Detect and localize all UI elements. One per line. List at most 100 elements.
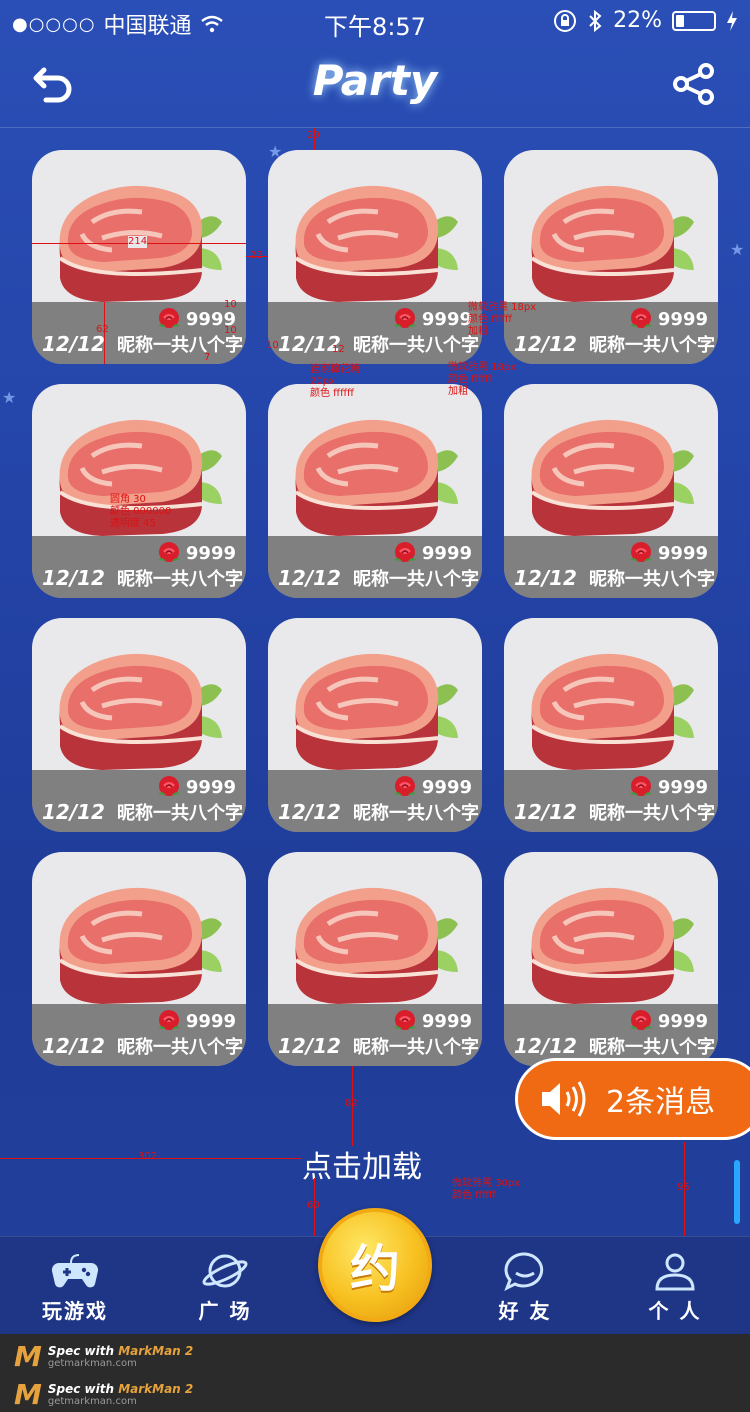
spec-text: 微软雅黑 18px: [448, 362, 517, 373]
spec-rose-font: 微软雅黑 18px 颜色 ffffff 加粗: [468, 302, 536, 338]
spec-text: 颜色 ffffff: [310, 388, 354, 399]
card-info-row: 12/12 昵称一共八个字: [514, 565, 715, 591]
tab-label-me: 个 人: [648, 1299, 702, 1323]
meat-image: [294, 887, 458, 1004]
center-date-button[interactable]: 约: [318, 1208, 432, 1322]
room-grid: 9999 12/12 昵称一共八个字 9999 12/12 昵称一共八个字 9999 12/1…: [32, 150, 718, 1066]
spec-label-top-gap: 82: [345, 1098, 358, 1109]
status-right: 22%: [553, 8, 738, 33]
credit-prefix: Spec with: [47, 1344, 115, 1358]
room-card[interactable]: 9999 12/12 昵称一共八个字: [504, 618, 718, 832]
rose-count-row: 9999: [154, 774, 236, 800]
room-card[interactable]: 9999 12/12 昵称一共八个字: [32, 852, 246, 1066]
rose-count: 9999: [185, 776, 236, 798]
meat-image: [530, 653, 694, 770]
center-button-label: 约: [350, 1240, 400, 1298]
room-card[interactable]: 9999 12/12 昵称一共八个字: [268, 150, 482, 364]
card-info-overlay: 9999 12/12 昵称一共八个字: [32, 770, 246, 832]
room-card[interactable]: 9999 12/12 昵称一共八个字: [268, 618, 482, 832]
room-card[interactable]: 9999 12/12 昵称一共八个字: [504, 384, 718, 598]
credit-brand: MarkMan 2: [118, 1344, 194, 1358]
meat-image: [530, 185, 694, 302]
card-info-overlay: 9999 12/12 昵称一共八个字: [504, 536, 718, 598]
spec-text: 颜色 000000: [110, 506, 172, 517]
tab-label-square: 广 场: [198, 1299, 252, 1323]
room-nickname: 昵称一共八个字: [588, 1037, 715, 1058]
speaker-icon: [542, 1081, 586, 1117]
rose-icon: [157, 542, 180, 562]
member-count: 12/12: [514, 800, 577, 824]
battery-fill: [676, 14, 684, 27]
member-count: 12/12: [514, 1034, 577, 1058]
spec-label-pad: 10: [266, 340, 279, 351]
rose-icon: [629, 542, 652, 562]
room-nickname: 昵称一共八个字: [116, 569, 243, 590]
tab-friends[interactable]: 好 友: [470, 1251, 580, 1331]
markman-footer: M Spec with MarkMan 2 getmarkman.com M S…: [0, 1334, 750, 1412]
rose-icon: [157, 776, 180, 796]
markman-logo-icon: M: [14, 1378, 42, 1411]
spec-text: 微软雅黑 18px: [468, 302, 537, 313]
rose-count-row: 9999: [390, 306, 472, 332]
card-info-row: 12/12 昵称一共八个字: [42, 799, 243, 825]
rose-count: 9999: [185, 1010, 236, 1032]
spec-text: 微软雅黑 30px: [452, 1178, 521, 1189]
card-info-row: 12/12 昵称一共八个字: [278, 799, 479, 825]
spec-load-font: 微软雅黑 30px 颜色 ffffff: [452, 1178, 520, 1202]
card-info-row: 12/12 昵称一共八个字: [42, 565, 243, 591]
card-info-overlay: 9999 12/12 昵称一共八个字: [268, 1004, 482, 1066]
meat-image: [58, 887, 222, 1004]
spec-text: 颜色 ffffff: [468, 314, 512, 325]
meat-image: [530, 887, 694, 1004]
tab-play-games[interactable]: 玩游戏: [20, 1251, 130, 1331]
card-info-row: 12/12 昵称一共八个字: [514, 1033, 715, 1059]
tab-square[interactable]: 广 场: [170, 1251, 280, 1331]
scroll-indicator: [734, 1160, 740, 1224]
member-count: 12/12: [42, 1034, 105, 1058]
room-card[interactable]: 9999 12/12 昵称一共八个字: [32, 384, 246, 598]
spec-text: 颜色 ffffff: [452, 1190, 496, 1201]
rose-count-row: 9999: [626, 1008, 708, 1034]
card-info-overlay: 9999 12/12 昵称一共八个字: [504, 770, 718, 832]
rotation-lock-icon: [554, 9, 577, 32]
status-bar: ●○○○○ 中国联通 下午8:57 22%: [0, 0, 750, 41]
card-info-row: 12/12 昵称一共八个字: [514, 799, 715, 825]
spec-label-pad: 12: [332, 344, 345, 355]
share-icon[interactable]: [672, 62, 716, 106]
rose-count-row: 9999: [154, 540, 236, 566]
spec-text: 透明度 45: [110, 518, 156, 529]
room-card[interactable]: 9999 12/12 昵称一共八个字: [504, 852, 718, 1066]
spec-label-left-offset: 302: [138, 1151, 158, 1162]
nav-bar: Party: [0, 40, 750, 128]
tab-label-play: 玩游戏: [42, 1299, 108, 1323]
meat-image: [58, 653, 222, 770]
card-info-overlay: 9999 12/12 昵称一共八个字: [268, 302, 482, 364]
member-count: 12/12: [42, 800, 105, 824]
room-nickname: 昵称一共八个字: [352, 335, 479, 356]
room-card[interactable]: 9999 12/12 昵称一共八个字: [268, 852, 482, 1066]
room-nickname: 昵称一共八个字: [588, 803, 715, 824]
spec-text: 20px: [310, 376, 335, 387]
spec-text: 加粗: [468, 326, 488, 337]
spec-label-overlay-height: 62: [96, 324, 109, 335]
chat-bubble-icon: [504, 1252, 544, 1291]
card-info-overlay: 9999 12/12 昵称一共八个字: [32, 1004, 246, 1066]
member-count: 12/12: [278, 566, 341, 590]
room-card[interactable]: 9999 12/12 昵称一共八个字: [32, 150, 246, 364]
rose-icon: [393, 776, 416, 796]
rose-count: 9999: [185, 542, 236, 564]
room-nickname: 昵称一共八个字: [116, 803, 243, 824]
card-info-row: 12/12 昵称一共八个字: [278, 565, 479, 591]
rose-icon: [157, 308, 180, 328]
rose-icon: [629, 308, 652, 328]
message-notification-button[interactable]: 2条消息: [515, 1058, 750, 1140]
room-card[interactable]: 9999 12/12 昵称一共八个字: [268, 384, 482, 598]
member-count: 12/12: [42, 566, 105, 590]
meat-image: [530, 419, 694, 536]
load-more-button[interactable]: 点击加载: [302, 1142, 422, 1186]
room-card[interactable]: 9999 12/12 昵称一共八个字: [32, 618, 246, 832]
tab-me[interactable]: 个 人: [620, 1251, 730, 1331]
rose-icon: [393, 542, 416, 562]
card-info-overlay: 9999 12/12 昵称一共八个字: [32, 302, 246, 364]
member-count: 12/12: [514, 566, 577, 590]
